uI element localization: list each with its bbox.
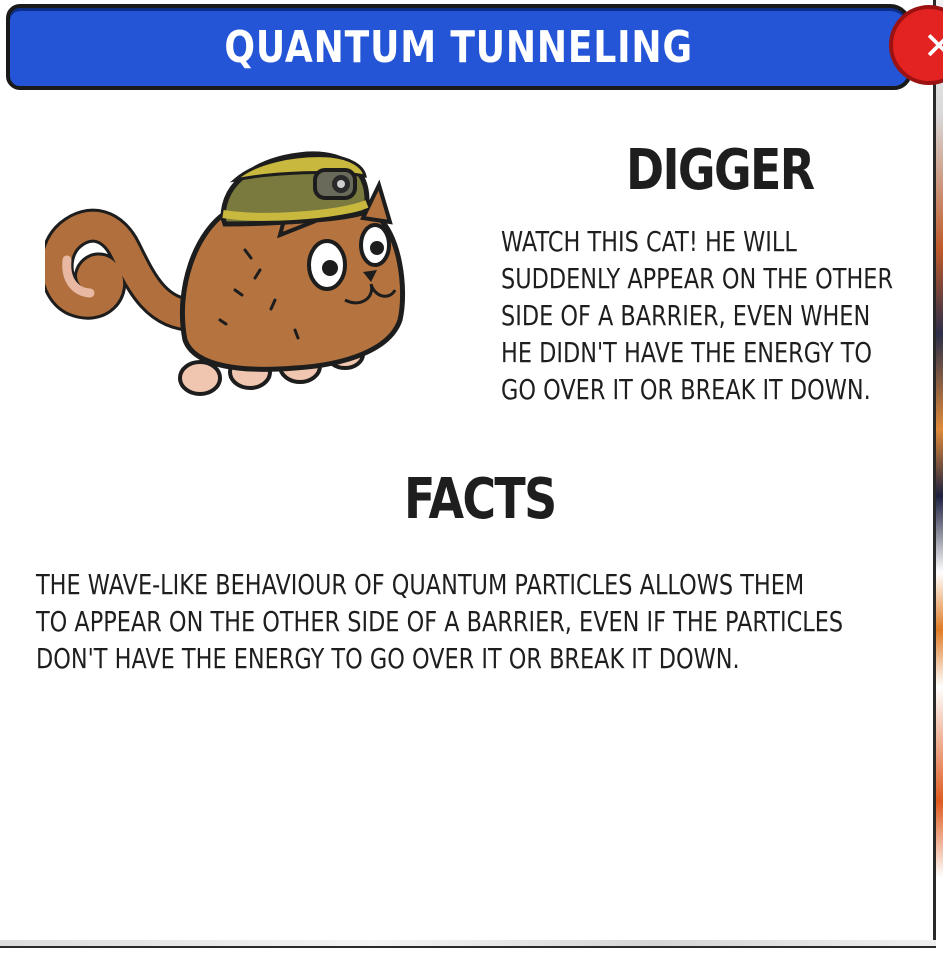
description-line: WATCH THIS CAT! HE WILL: [501, 225, 797, 258]
close-icon: ✕: [923, 24, 943, 68]
facts-line: DON'T HAVE THE ENERGY TO GO OVER IT OR B…: [36, 642, 740, 675]
title-bar: QUANTUM TUNNELING: [6, 4, 912, 90]
description-line: SIDE OF A BARRIER, EVEN WHEN: [501, 299, 871, 332]
game-background-edge: [935, 0, 943, 954]
facts-heading: FACTS: [404, 467, 557, 532]
description-line: SUDDENLY APPEAR ON THE OTHER: [501, 262, 894, 295]
description-line: HE DIDN'T HAVE THE ENERGY TO: [501, 336, 873, 369]
digger-cat-illustration: [45, 151, 406, 396]
dialog-title: QUANTUM TUNNELING: [224, 21, 694, 73]
facts-line: THE WAVE-LIKE BEHAVIOUR OF QUANTUM PARTI…: [36, 568, 805, 601]
info-dialog: QUANTUM TUNNELING DIGGER WATCH THIS CAT!…: [0, 0, 936, 948]
facts-text: THE WAVE-LIKE BEHAVIOUR OF QUANTUM PARTI…: [36, 566, 943, 677]
character-description: WATCH THIS CAT! HE WILL SUDDENLY APPEAR …: [501, 223, 943, 408]
description-line: GO OVER IT OR BREAK IT DOWN.: [501, 373, 871, 406]
facts-line: TO APPEAR ON THE OTHER SIDE OF A BARRIER…: [36, 605, 844, 638]
panel-bottom-edge: [0, 940, 936, 946]
character-name-heading: DIGGER: [626, 138, 815, 203]
